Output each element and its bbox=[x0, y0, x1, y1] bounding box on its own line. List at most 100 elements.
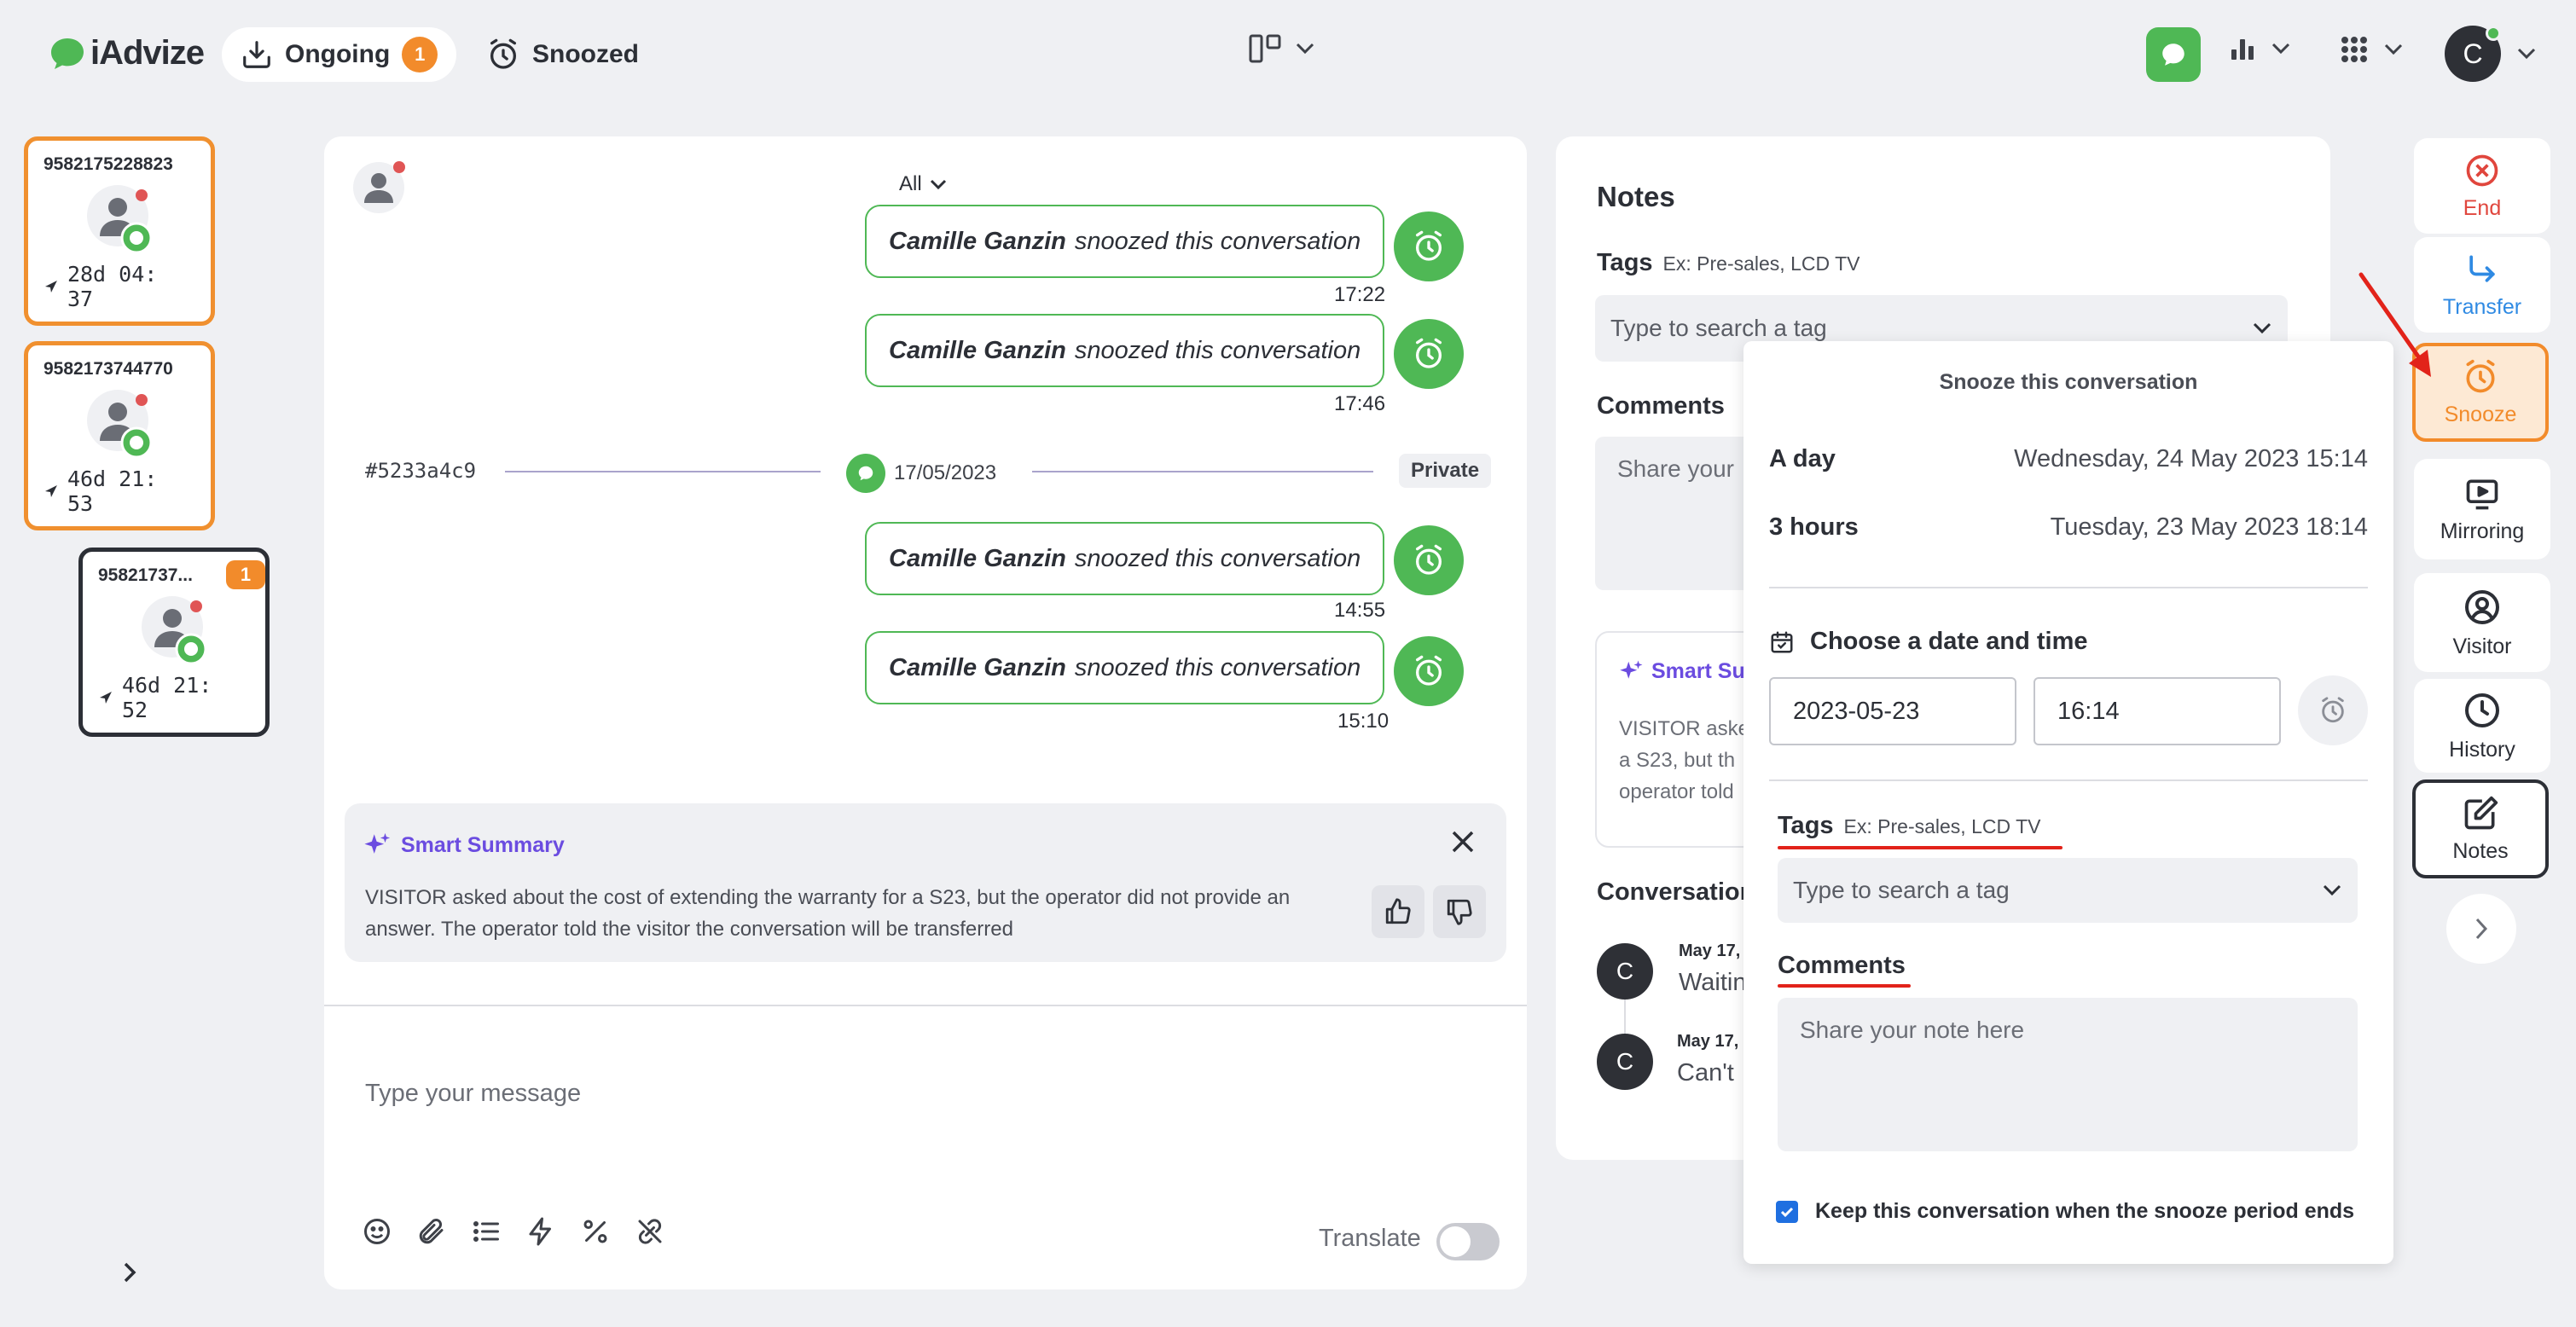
tab-ongoing[interactable]: Ongoing 1 bbox=[222, 27, 457, 82]
conversation-id: 9582173744770 bbox=[44, 359, 173, 379]
message-time: 17:22 bbox=[1334, 283, 1386, 306]
alarm-clock-icon bbox=[2466, 359, 2495, 392]
unread-badge: 1 bbox=[226, 560, 265, 589]
translate-label: Translate bbox=[1319, 1225, 1421, 1252]
conversation-card-selected[interactable]: 95821737... 1 46d 21: 52 bbox=[78, 548, 270, 737]
snooze-comments-field[interactable]: Share your note here bbox=[1778, 998, 2358, 1151]
inbox-download-icon bbox=[243, 41, 270, 68]
notes-tags-label: Tags Ex: Pre-sales, LCD TV bbox=[1597, 249, 1860, 276]
snooze-time-input[interactable]: 16:14 bbox=[2034, 677, 2281, 745]
mirroring-button[interactable]: Mirroring bbox=[2414, 459, 2550, 559]
conversation-duration: 46d 21: 52 bbox=[98, 673, 250, 722]
visitor-avatar bbox=[353, 159, 409, 215]
clock-icon bbox=[2465, 692, 2499, 727]
attachment-icon[interactable] bbox=[416, 1216, 447, 1247]
layout-switcher[interactable] bbox=[1249, 34, 1315, 63]
alarm-clock-icon bbox=[2322, 697, 2344, 723]
alarm-clock-icon bbox=[1416, 338, 1442, 368]
alarm-clock-icon bbox=[1416, 544, 1442, 575]
history-message: Waitin bbox=[1679, 969, 1747, 996]
list-icon[interactable] bbox=[471, 1216, 502, 1247]
chevron-down-icon bbox=[1296, 43, 1314, 55]
user-silhouette-icon bbox=[87, 390, 153, 458]
layout-columns-icon bbox=[1249, 34, 1281, 63]
sparkles-icon bbox=[1620, 660, 1643, 679]
sparkles-icon bbox=[364, 832, 391, 854]
alarm-clock-icon bbox=[490, 38, 516, 69]
tab-snoozed[interactable]: Snoozed bbox=[467, 27, 658, 82]
stats-menu[interactable] bbox=[2230, 36, 2291, 61]
expand-sidebar-button[interactable] bbox=[121, 1260, 138, 1284]
composer-divider bbox=[324, 1005, 1527, 1006]
tab-ongoing-label: Ongoing bbox=[285, 40, 391, 68]
chevron-down-icon bbox=[2271, 43, 2290, 55]
close-summary-button[interactable] bbox=[1450, 829, 1476, 855]
translate-toggle[interactable] bbox=[1436, 1223, 1500, 1260]
lightning-icon[interactable] bbox=[525, 1216, 556, 1247]
emoji-icon[interactable] bbox=[362, 1216, 392, 1247]
composer-toolbar bbox=[362, 1216, 665, 1247]
message-input[interactable]: Type your message bbox=[365, 1080, 581, 1108]
end-button[interactable]: End bbox=[2414, 138, 2550, 234]
chat-message: Camille Ganzin snoozed this conversation bbox=[865, 631, 1385, 704]
snooze-title: Snooze this conversation bbox=[1939, 370, 2198, 394]
history-button[interactable]: History bbox=[2414, 679, 2550, 773]
percent-icon[interactable] bbox=[580, 1216, 611, 1247]
snooze-event-icon bbox=[1394, 212, 1464, 281]
snooze-option-3-hours[interactable]: 3 hours Tuesday, 23 May 2023 18:14 bbox=[1769, 513, 2368, 542]
snooze-tag-select[interactable]: Type to search a tag bbox=[1778, 858, 2358, 923]
chat-bubble-icon bbox=[51, 38, 84, 69]
rail-next-button[interactable] bbox=[2446, 894, 2516, 964]
snooze-option-a-day[interactable]: A day Wednesday, 24 May 2023 15:14 bbox=[1769, 445, 2368, 473]
checkmark-icon bbox=[1780, 1207, 1794, 1217]
message-filter-select[interactable]: All bbox=[899, 172, 948, 196]
send-arrow-icon bbox=[44, 485, 57, 497]
history-message: Can't bbox=[1677, 1059, 1734, 1087]
message-time: 14:55 bbox=[1334, 599, 1386, 622]
message-time: 15:10 bbox=[1337, 710, 1390, 733]
conversation-card[interactable]: 9582173744770 46d 21: 53 bbox=[24, 341, 215, 530]
conversation-card[interactable]: 9582175228823 28d 04: 37 bbox=[24, 136, 215, 326]
user-circle-icon bbox=[2465, 589, 2499, 624]
snooze-date-input[interactable]: 2023-05-23 bbox=[1769, 677, 2016, 745]
apps-grid-icon bbox=[2341, 37, 2367, 62]
thumbs-up-button[interactable] bbox=[1372, 885, 1424, 938]
snooze-event-icon bbox=[1394, 636, 1464, 706]
user-menu[interactable]: C bbox=[2445, 26, 2537, 82]
close-icon bbox=[1452, 831, 1474, 853]
visitor-avatar bbox=[140, 596, 208, 664]
unlink-icon[interactable] bbox=[635, 1216, 665, 1247]
ongoing-count-badge: 1 bbox=[402, 37, 438, 72]
toggle-knob bbox=[1440, 1226, 1471, 1257]
notes-comments-label: Comments bbox=[1597, 392, 1725, 420]
snooze-custom-submit-button[interactable] bbox=[2298, 675, 2368, 745]
send-arrow-icon bbox=[99, 692, 112, 704]
choose-date-label: Choose a date and time bbox=[1769, 628, 2088, 656]
apps-menu[interactable] bbox=[2341, 36, 2404, 63]
notes-comments-field[interactable]: Share your bbox=[1595, 437, 1766, 590]
separator-line bbox=[1032, 471, 1373, 472]
chat-bubble-icon bbox=[2162, 43, 2184, 66]
chat-bubble-icon bbox=[846, 454, 885, 493]
chat-availability-button[interactable] bbox=[2146, 27, 2201, 82]
keep-checkbox[interactable] bbox=[1776, 1200, 1798, 1223]
chevron-down-icon bbox=[2384, 43, 2403, 55]
chat-message: Camille Ganzin snoozed this conversation bbox=[865, 205, 1385, 278]
user-silhouette-icon bbox=[142, 596, 207, 664]
keep-conversation-option[interactable]: Keep this conversation when the snooze p… bbox=[1776, 1199, 2354, 1224]
user-silhouette-icon bbox=[87, 185, 153, 253]
separator-date: 17/05/2023 bbox=[846, 454, 996, 493]
conversation-id: 9582175228823 bbox=[44, 154, 173, 174]
edit-note-icon bbox=[2464, 796, 2498, 829]
alarm-clock-icon bbox=[1416, 655, 1442, 686]
thumbs-down-button[interactable] bbox=[1433, 885, 1486, 938]
notes-button[interactable]: Notes bbox=[2412, 779, 2549, 878]
bar-chart-icon bbox=[2231, 39, 2254, 60]
app-logo: iAdvize bbox=[49, 34, 205, 72]
notes-title: Notes bbox=[1597, 181, 1675, 212]
visitor-button[interactable]: Visitor bbox=[2414, 573, 2550, 672]
private-tag: Private bbox=[1399, 454, 1492, 488]
visitor-avatar bbox=[85, 390, 154, 458]
conversation-ref-id: #5233a4c9 bbox=[365, 459, 477, 483]
history-date: May 17, bbox=[1677, 1032, 1739, 1051]
